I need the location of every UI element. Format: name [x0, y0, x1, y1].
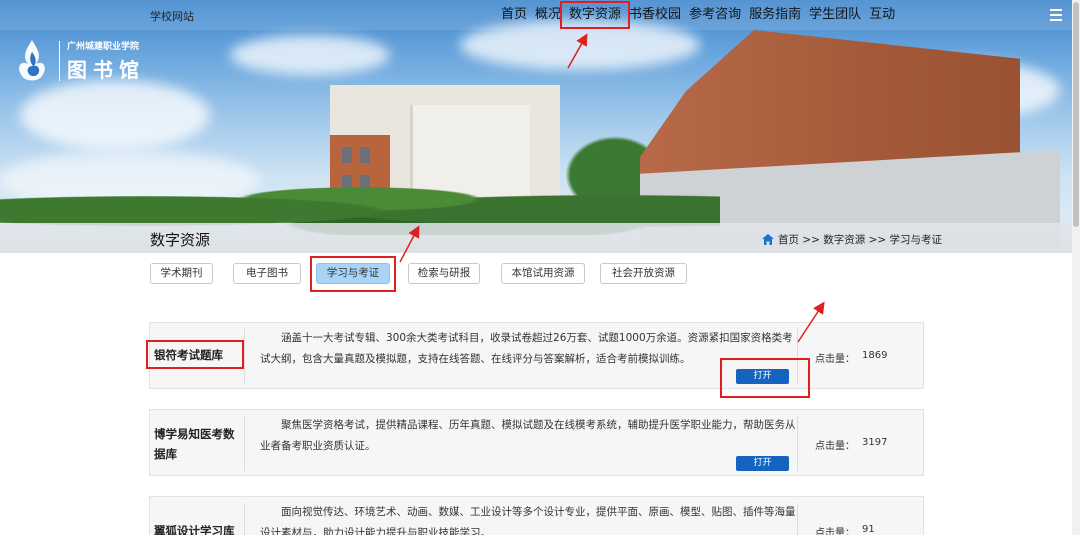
click-count-label: 点击量： — [815, 528, 855, 535]
library-name: 图书馆 — [67, 58, 145, 82]
resource-card: 翼狐设计学习库 面向视觉传达、环境艺术、动画、数媒、工业设计等多个设计专业，提供… — [149, 496, 924, 535]
nav-home[interactable]: 首页 — [497, 6, 531, 24]
tab-trial-resources[interactable]: 本馆试用资源 — [501, 263, 585, 284]
resource-card: 博学易知医考数据库 聚焦医学资格考试，提供精品课程、历年真题、模拟试题及在线模考… — [149, 409, 924, 476]
nav-service-guide[interactable]: 服务指南 — [745, 6, 805, 24]
home-icon[interactable] — [762, 234, 774, 245]
nav-interaction[interactable]: 互动 — [865, 6, 899, 24]
resource-description: 涵盖十一大考试专辑、300余大类考试科目，收录试卷超过26万套、试题1000万余… — [260, 332, 793, 365]
hamburger-menu-icon[interactable] — [1050, 9, 1062, 21]
page-title: 数字资源 — [150, 231, 211, 249]
click-count-value: 1869 — [862, 350, 888, 361]
click-count-label: 点击量： — [815, 441, 855, 452]
college-name: 广州城建职业学院 — [67, 42, 140, 52]
header-banner: 学校网站 首页 概况 数字资源 书香校园 参考咨询 服务指南 学生团队 互动 广… — [0, 0, 1072, 253]
open-resource-button[interactable]: 打开 — [736, 456, 789, 471]
click-count-value: 91 — [862, 524, 875, 535]
annotation-highlight-resource-name — [146, 340, 244, 369]
annotation-highlight-tab — [310, 256, 396, 292]
click-count-label: 点击量： — [815, 354, 855, 365]
main-nav: 首页 概况 数字资源 书香校园 参考咨询 服务指南 学生团队 互动 — [497, 1, 899, 29]
cloud — [230, 35, 390, 75]
tab-ebooks[interactable]: 电子图书 — [233, 263, 301, 284]
resource-name[interactable]: 博学易知医考数据库 — [154, 424, 240, 464]
nav-digital-resources[interactable]: 数字资源 — [560, 1, 631, 29]
page-scrollbar[interactable] — [1072, 0, 1080, 535]
library-logo[interactable]: 广州城建职业学院 图书馆 — [12, 38, 145, 84]
nav-overview[interactable]: 概况 — [531, 6, 565, 24]
nav-reference[interactable]: 参考咨询 — [685, 6, 745, 24]
school-website-link[interactable]: 学校网站 — [150, 8, 194, 24]
resource-name[interactable]: 翼狐设计学习库 — [154, 521, 235, 535]
breadcrumb-text[interactable]: 首页 >> 数字资源 >> 学习与考证 — [778, 232, 942, 247]
tab-search-and-reports[interactable]: 检索与研报 — [408, 263, 480, 284]
scrollbar-thumb[interactable] — [1073, 2, 1079, 227]
cloud — [20, 80, 210, 150]
nav-reading-campus[interactable]: 书香校园 — [625, 6, 685, 24]
resource-description: 面向视觉传达、环境艺术、动画、数媒、工业设计等多个设计专业，提供平面、原画、模型… — [260, 506, 796, 535]
click-count-value: 3197 — [862, 437, 888, 448]
annotation-highlight-open-button — [720, 358, 810, 398]
tab-academic-journals[interactable]: 学术期刊 — [150, 263, 213, 284]
resource-description: 聚焦医学资格考试，提供精品课程、历年真题、模拟试题及在线模考系统，辅助提升医学职… — [260, 419, 796, 452]
breadcrumb: 首页 >> 数字资源 >> 学习与考证 — [762, 232, 942, 247]
tab-open-resources[interactable]: 社会开放资源 — [600, 263, 687, 284]
flame-logo-icon — [12, 38, 52, 84]
nav-student-team[interactable]: 学生团队 — [805, 6, 865, 24]
